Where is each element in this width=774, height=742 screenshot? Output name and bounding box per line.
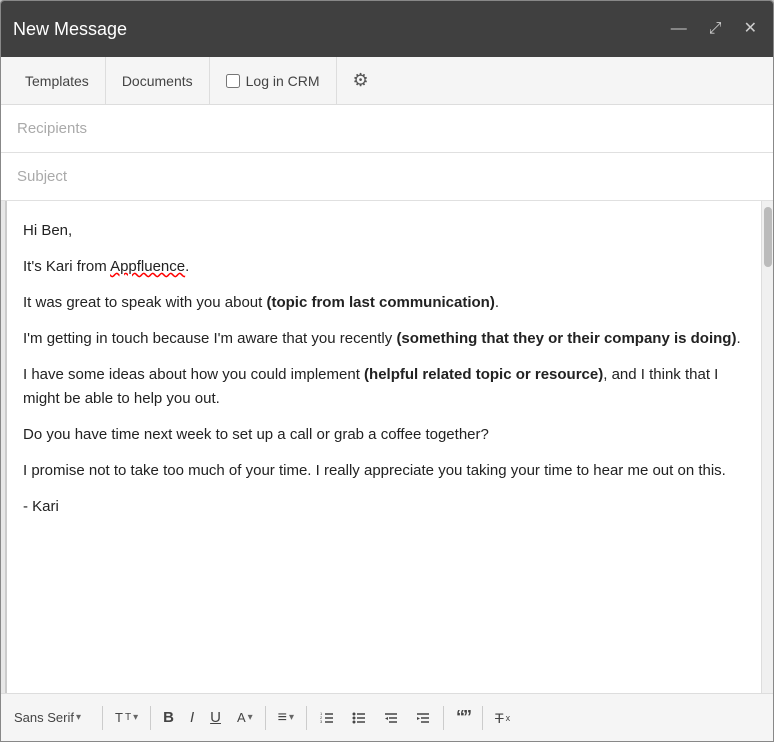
body-line-8: - Kari	[23, 495, 745, 519]
bullet-list-icon	[351, 710, 367, 726]
squiggly-appfluence: Appfluence	[110, 258, 185, 275]
numbered-list-button[interactable]: 1 2 3	[312, 701, 342, 735]
scrollbar-track[interactable]	[761, 201, 773, 693]
toolbar: Templates Documents Log in CRM ⚙	[1, 57, 773, 105]
body-line-6: Do you have time next week to set up a c…	[23, 423, 745, 447]
body-line-2: It's Kari from Appfluence.	[23, 255, 745, 279]
separator-5	[443, 706, 444, 730]
compose-window: New Message — ⤢ ✕ Templates Documents Lo…	[0, 0, 774, 742]
body-area: Hi Ben, It's Kari from Appfluence. It wa…	[1, 201, 773, 693]
email-body[interactable]: Hi Ben, It's Kari from Appfluence. It wa…	[7, 201, 761, 693]
indent-decrease-icon	[383, 710, 399, 726]
crm-checkbox[interactable]	[226, 74, 240, 88]
format-toolbar: Sans Serif ▾ T T ▾ B I U A ▾ ≡ ▾	[1, 693, 773, 741]
align-button[interactable]: ≡ ▾	[271, 701, 301, 735]
minimize-button[interactable]: —	[667, 19, 691, 39]
quote-button[interactable]: “”	[449, 701, 477, 735]
body-line-4: I'm getting in touch because I'm aware t…	[23, 327, 745, 351]
font-color-dropdown-arrow: ▾	[248, 712, 253, 723]
toolbar-templates[interactable]: Templates	[9, 57, 106, 104]
indent-increase-button[interactable]	[408, 701, 438, 735]
subject-input[interactable]	[17, 168, 757, 185]
underline-button[interactable]: U	[203, 701, 228, 735]
title-bar-actions: — ⤢ ✕	[667, 19, 761, 39]
font-color-button[interactable]: A ▾	[230, 701, 260, 735]
scrollbar-thumb[interactable]	[764, 207, 772, 267]
toolbar-log-in-crm[interactable]: Log in CRM	[210, 57, 337, 104]
clear-format-button[interactable]: Tx	[488, 701, 517, 735]
gear-icon: ⚙	[353, 70, 369, 91]
toolbar-settings[interactable]: ⚙	[337, 57, 385, 104]
font-size-button[interactable]: T T ▾	[108, 701, 145, 735]
bold-button[interactable]: B	[156, 701, 181, 735]
separator-1	[102, 706, 103, 730]
recipients-input[interactable]	[17, 120, 757, 137]
indent-decrease-button[interactable]	[376, 701, 406, 735]
font-size-dropdown-arrow: ▾	[133, 712, 138, 723]
title-bar: New Message — ⤢ ✕	[1, 1, 773, 57]
toolbar-documents[interactable]: Documents	[106, 57, 210, 104]
font-name-button[interactable]: Sans Serif ▾	[7, 701, 97, 735]
indent-increase-icon	[415, 710, 431, 726]
maximize-button[interactable]: ⤢	[705, 19, 726, 39]
svg-text:3: 3	[320, 719, 323, 724]
subject-row	[1, 153, 773, 201]
separator-4	[306, 706, 307, 730]
recipients-row	[1, 105, 773, 153]
body-line-5: I have some ideas about how you could im…	[23, 363, 745, 411]
window-title: New Message	[13, 19, 127, 40]
align-dropdown-arrow: ▾	[289, 712, 294, 723]
close-button[interactable]: ✕	[740, 19, 761, 39]
body-line-1: Hi Ben,	[23, 219, 745, 243]
separator-2	[150, 706, 151, 730]
bullet-list-button[interactable]	[344, 701, 374, 735]
numbered-list-icon: 1 2 3	[319, 710, 335, 726]
separator-3	[265, 706, 266, 730]
separator-6	[482, 706, 483, 730]
font-name-dropdown-arrow: ▾	[76, 712, 81, 723]
italic-button[interactable]: I	[183, 701, 201, 735]
body-line-3: It was great to speak with you about (to…	[23, 291, 745, 315]
body-line-7: I promise not to take too much of your t…	[23, 459, 745, 483]
